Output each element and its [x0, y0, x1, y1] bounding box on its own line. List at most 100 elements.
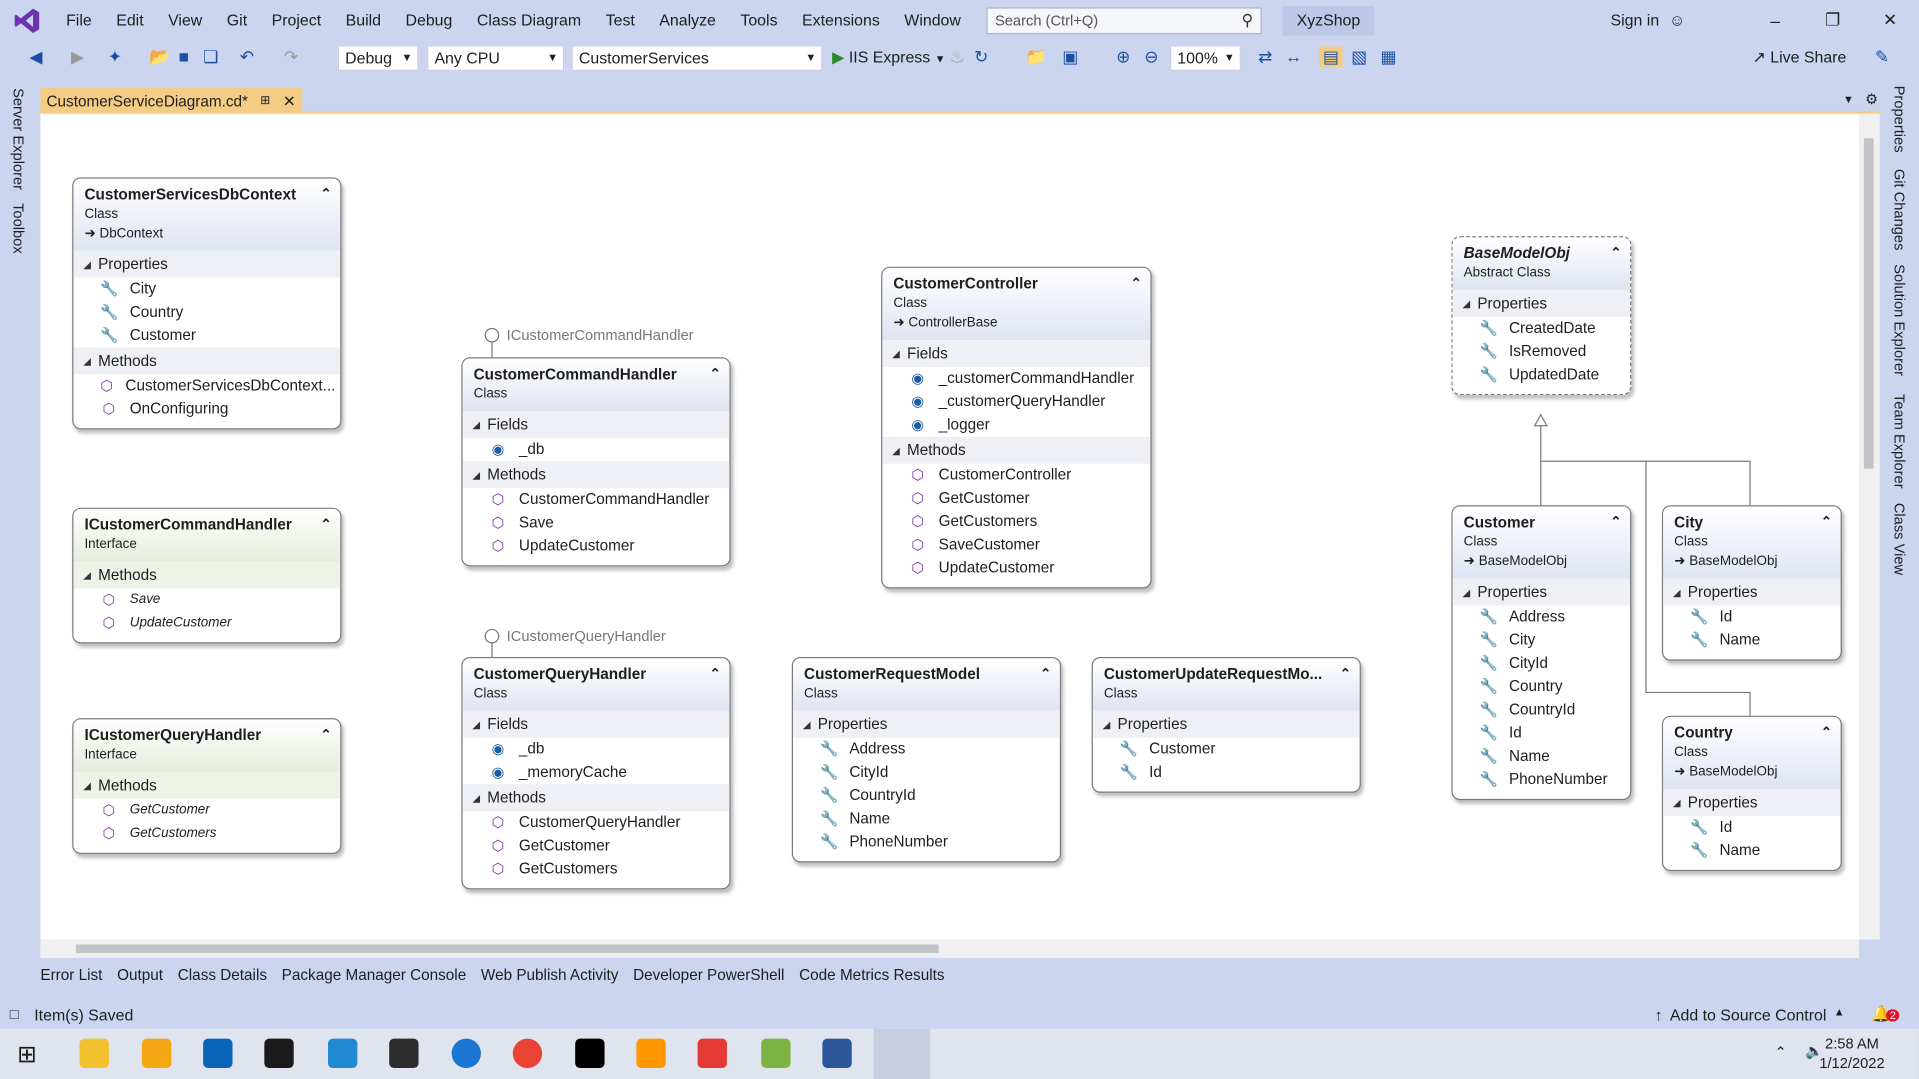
member-countryid[interactable]: 🔧 CountryId: [793, 784, 1060, 807]
class-header[interactable]: BaseModelObj Abstract Class ⌃: [1452, 237, 1631, 290]
collapse-chevron-icon[interactable]: ⌃: [710, 366, 721, 382]
member-name[interactable]: 🔧 Name: [1663, 839, 1840, 862]
member-phonenumber[interactable]: 🔧 PhoneNumber: [793, 831, 1060, 854]
class-shape-reqmodel[interactable]: CustomerRequestModel Class ⌃ ◢ Properties 🔧 Ad…: [791, 656, 1062, 863]
add-to-source-control-button[interactable]: ↑ Add to Source Control ▲: [1655, 1006, 1845, 1024]
compartment-properties[interactable]: ◢ Properties: [793, 710, 1060, 738]
member--customercommandhandler[interactable]: ◉ _customerCommandHandler: [882, 367, 1150, 390]
member-customerqueryhandler[interactable]: ⬡ CustomerQueryHandler: [463, 811, 730, 834]
sublime-icon[interactable]: [636, 1038, 666, 1069]
compartment-properties[interactable]: ◢ Properties: [73, 250, 341, 278]
member-id[interactable]: 🔧 Id: [1663, 816, 1840, 839]
tab-error-list[interactable]: Error List: [40, 966, 102, 990]
tab-package-manager-console[interactable]: Package Manager Console: [282, 966, 467, 990]
member-isremoved[interactable]: 🔧 IsRemoved: [1453, 340, 1630, 363]
file-explorer-icon[interactable]: [79, 1038, 109, 1069]
compartment-methods[interactable]: ◢ Methods: [73, 771, 341, 799]
member-id[interactable]: 🔧 Id: [1453, 722, 1630, 745]
collapse-chevron-icon[interactable]: ⌃: [1821, 724, 1832, 740]
member-getcustomer[interactable]: ⬡ GetCustomer: [463, 834, 730, 857]
member-customerservicesdbcontext[interactable]: ⬡ CustomerServicesDbContext...: [73, 374, 340, 397]
member--db[interactable]: ◉ _db: [463, 438, 730, 461]
jetbrains-icon[interactable]: [575, 1038, 605, 1069]
member-cityid[interactable]: 🔧 CityId: [793, 761, 1060, 784]
member--logger[interactable]: ◉ _logger: [882, 414, 1150, 437]
member-createddate[interactable]: 🔧 CreatedDate: [1453, 317, 1630, 340]
collapse-chevron-icon[interactable]: ⌃: [1821, 514, 1832, 530]
collapse-chevron-icon[interactable]: ⌃: [320, 727, 331, 743]
member-id[interactable]: 🔧 Id: [1663, 606, 1840, 629]
vertical-scroll-thumb[interactable]: [1863, 138, 1874, 469]
tab-code-metrics-results[interactable]: Code Metrics Results: [799, 966, 944, 990]
system-clock[interactable]: 2:58 AM 1/12/2022: [1819, 1034, 1884, 1073]
member-country[interactable]: 🔧 Country: [73, 301, 340, 324]
class-shape-customer[interactable]: Customer Class ➜ BaseModelObj ⌃ ◢ Properties 🔧…: [1451, 505, 1632, 801]
member--memorycache[interactable]: ◉ _memoryCache: [463, 761, 730, 784]
member-savecustomer[interactable]: ⬡ SaveCustomer: [882, 533, 1150, 556]
collapse-chevron-icon[interactable]: ⌃: [710, 666, 721, 682]
compartment-properties[interactable]: ◢ Properties: [1663, 789, 1841, 817]
tab-output[interactable]: Output: [117, 966, 163, 990]
compartment-methods[interactable]: ◢ Methods: [73, 347, 341, 375]
member--db[interactable]: ◉ _db: [463, 738, 730, 761]
horizontal-scroll-thumb[interactable]: [75, 944, 939, 954]
chrome-icon[interactable]: [512, 1038, 543, 1069]
lollipop-icustomercommandhandler[interactable]: ICustomerCommandHandler: [484, 327, 694, 344]
class-header[interactable]: CustomerCommandHandler Class ⌃: [462, 358, 730, 412]
compartment-fields[interactable]: ◢ Fields: [462, 710, 730, 738]
collapse-chevron-icon[interactable]: ⌃: [1610, 245, 1621, 261]
member-countryid[interactable]: 🔧 CountryId: [1453, 699, 1630, 722]
member--customerqueryhandler[interactable]: ◉ _customerQueryHandler: [882, 390, 1150, 413]
class-shape-country[interactable]: Country Class ➜ BaseModelObj ⌃ ◢ Properties 🔧 I…: [1661, 715, 1842, 872]
member-phonenumber[interactable]: 🔧 PhoneNumber: [1453, 768, 1630, 791]
windows-start-icon[interactable]: ⊞: [17, 1041, 36, 1069]
member-getcustomers[interactable]: ⬡ GetCustomers: [882, 510, 1150, 533]
member-name[interactable]: 🔧 Name: [793, 807, 1060, 830]
member-customercontroller[interactable]: ⬡ CustomerController: [882, 464, 1150, 487]
notepad-plus-icon[interactable]: [141, 1038, 172, 1069]
terminal-icon[interactable]: [389, 1038, 419, 1069]
collapse-chevron-icon[interactable]: ⌃: [1040, 666, 1051, 682]
collapse-chevron-icon[interactable]: ⌃: [320, 516, 331, 532]
member-customercommandhandler[interactable]: ⬡ CustomerCommandHandler: [463, 488, 730, 511]
collapse-chevron-icon[interactable]: ⌃: [1131, 275, 1142, 291]
tab-class-details[interactable]: Class Details: [178, 966, 267, 990]
member-onconfiguring[interactable]: ⬡ OnConfiguring: [73, 398, 340, 421]
member-address[interactable]: 🔧 Address: [793, 738, 1060, 761]
compartment-properties[interactable]: ◢ Properties: [1452, 289, 1631, 317]
member-save[interactable]: ⬡ Save: [73, 588, 340, 611]
member-updateddate[interactable]: 🔧 UpdatedDate: [1453, 363, 1630, 386]
member-country[interactable]: 🔧 Country: [1453, 675, 1630, 698]
member-customer[interactable]: 🔧 Customer: [73, 324, 340, 347]
class-header[interactable]: CustomerRequestModel Class ⌃: [793, 658, 1060, 711]
class-shape-updmodel[interactable]: CustomerUpdateRequestMo... Class ⌃ ◢ Propert…: [1091, 656, 1361, 793]
collapse-chevron-icon[interactable]: ⌃: [1610, 514, 1621, 530]
class-header[interactable]: CustomerUpdateRequestMo... Class ⌃: [1092, 658, 1360, 711]
class-header[interactable]: ICustomerCommandHandler Interface ⌃: [73, 508, 341, 562]
compartment-methods[interactable]: ◢ Methods: [462, 461, 730, 489]
class-shape-controller[interactable]: CustomerController Class ➜ ControllerBase ⌃…: [881, 266, 1152, 589]
member-name[interactable]: 🔧 Name: [1663, 629, 1840, 652]
class-header[interactable]: CustomerServicesDbContext Class ➜ DbContex…: [73, 178, 341, 251]
tab-developer-powershell[interactable]: Developer PowerShell: [633, 966, 784, 990]
compartment-methods[interactable]: ◢ Methods: [73, 561, 341, 589]
compartment-properties[interactable]: ◢ Properties: [1663, 578, 1841, 606]
member-cityid[interactable]: 🔧 CityId: [1453, 652, 1630, 675]
member-getcustomers[interactable]: ⬡ GetCustomers: [463, 858, 730, 881]
member-getcustomer[interactable]: ⬡ GetCustomer: [73, 799, 340, 822]
compartment-methods[interactable]: ◢ Methods: [462, 784, 730, 812]
class-shape-cmdhandler[interactable]: CustomerCommandHandler Class ⌃ ◢ Fields ◉ _db ◢…: [461, 357, 731, 567]
member-address[interactable]: 🔧 Address: [1453, 606, 1630, 629]
member-updatecustomer[interactable]: ⬡ UpdateCustomer: [882, 557, 1150, 580]
notifications-button[interactable]: 🔔2: [1871, 1004, 1900, 1024]
class-header[interactable]: CustomerQueryHandler Class ⌃: [462, 658, 730, 711]
member-id[interactable]: 🔧 Id: [1093, 761, 1360, 784]
member-city[interactable]: 🔧 City: [1453, 629, 1630, 652]
class-header[interactable]: City Class ➜ BaseModelObj ⌃: [1663, 506, 1841, 579]
vscode-icon[interactable]: [327, 1038, 358, 1069]
class-header[interactable]: CustomerController Class ➜ ControllerBase ⌃: [882, 267, 1151, 341]
compartment-properties[interactable]: ◢ Properties: [1452, 578, 1631, 606]
member-getcustomers[interactable]: ⬡ GetCustomers: [73, 822, 340, 845]
compartment-fields[interactable]: ◢ Fields: [882, 340, 1151, 368]
class-shape-icmd[interactable]: ICustomerCommandHandler Interface ⌃ ◢ Method…: [72, 507, 342, 644]
